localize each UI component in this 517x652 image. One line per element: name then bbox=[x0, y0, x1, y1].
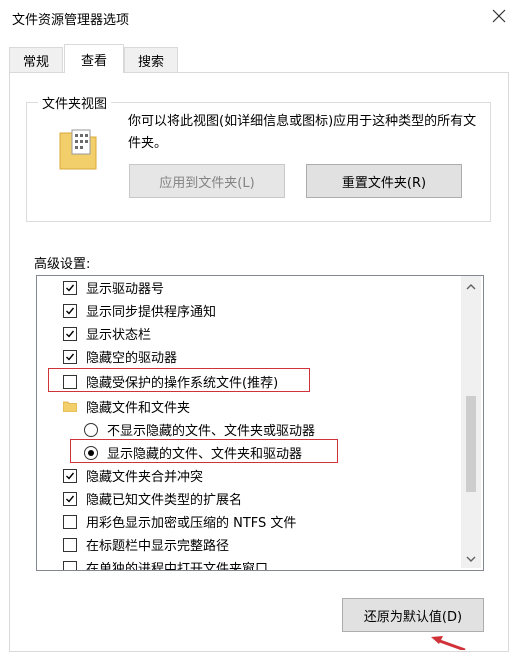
check-icon bbox=[66, 307, 75, 315]
checkbox[interactable] bbox=[63, 280, 77, 295]
folder-view-icon bbox=[59, 129, 97, 170]
setting-label: 显示状态栏 bbox=[86, 328, 152, 343]
setting-label: 隐藏已知文件类型的扩展名 bbox=[86, 493, 243, 508]
scroll-thumb[interactable] bbox=[466, 396, 476, 492]
window-title: 文件资源管理器选项 bbox=[12, 13, 130, 28]
restore-defaults-button[interactable]: 还原为默认值(D) bbox=[342, 598, 484, 632]
radio-button[interactable] bbox=[84, 422, 98, 437]
pointer-arrow-icon bbox=[431, 636, 466, 650]
tab-general[interactable]: 常规 bbox=[9, 47, 63, 72]
setting-hide-empty-drives[interactable]: 隐藏空的驱动器 bbox=[63, 345, 177, 368]
close-icon bbox=[492, 9, 506, 23]
check-icon bbox=[66, 284, 75, 292]
checkbox[interactable] bbox=[63, 349, 77, 364]
setting-label: 在标题栏中显示完整路径 bbox=[86, 539, 230, 554]
setting-label: 隐藏空的驱动器 bbox=[86, 351, 178, 366]
list-scrollbar[interactable] bbox=[461, 276, 481, 568]
advanced-settings-list[interactable]: 显示驱动器号 显示同步提供程序通知 显示状态栏 隐藏空的驱动器 隐藏受保护的操作… bbox=[36, 275, 484, 571]
setting-full-path-title[interactable]: 在标题栏中显示完整路径 bbox=[63, 533, 229, 556]
reset-folders-button[interactable]: 重置文件夹(R) bbox=[306, 164, 462, 198]
setting-label: 在单独的进程中打开文件夹窗口 bbox=[86, 562, 269, 571]
setting-label: 隐藏文件夹合并冲突 bbox=[86, 470, 204, 485]
apply-to-folders-button[interactable]: 应用到文件夹(L) bbox=[129, 164, 285, 198]
setting-label: 不显示隐藏的文件、文件夹或驱动器 bbox=[107, 424, 316, 439]
check-icon bbox=[66, 472, 75, 480]
scroll-up-button[interactable] bbox=[466, 282, 476, 292]
setting-hide-extensions[interactable]: 隐藏已知文件类型的扩展名 bbox=[63, 487, 242, 510]
folder-icon bbox=[63, 401, 77, 412]
checkbox[interactable] bbox=[63, 303, 77, 318]
setting-show-status-bar[interactable]: 显示状态栏 bbox=[63, 322, 151, 345]
setting-label: 隐藏文件和文件夹 bbox=[86, 401, 191, 416]
setting-dont-show-hidden[interactable]: 不显示隐藏的文件、文件夹或驱动器 bbox=[84, 418, 315, 441]
close-button[interactable] bbox=[485, 2, 513, 30]
check-icon bbox=[66, 330, 75, 338]
check-icon bbox=[66, 353, 75, 361]
setting-label: 用彩色显示加密或压缩的 NTFS 文件 bbox=[86, 516, 297, 531]
checkbox[interactable] bbox=[63, 326, 77, 341]
chevron-down-icon bbox=[466, 556, 476, 562]
tab-search[interactable]: 搜索 bbox=[124, 47, 178, 72]
highlight-box bbox=[70, 439, 338, 463]
check-icon bbox=[66, 495, 75, 503]
highlight-box bbox=[48, 368, 310, 392]
setting-show-sync-notifications[interactable]: 显示同步提供程序通知 bbox=[63, 299, 216, 322]
advanced-settings-label: 高级设置: bbox=[34, 257, 91, 272]
setting-group-hidden-files: 隐藏文件和文件夹 bbox=[63, 395, 190, 418]
folder-view-label: 文件夹视图 bbox=[38, 93, 112, 112]
chevron-up-icon bbox=[466, 284, 476, 290]
setting-color-ntfs[interactable]: 用彩色显示加密或压缩的 NTFS 文件 bbox=[63, 510, 296, 533]
checkbox[interactable] bbox=[63, 468, 77, 483]
folder-view-description: 你可以将此视图(如详细信息或图标)应用于这种类型的所有文件夹。 bbox=[128, 114, 477, 151]
checkbox[interactable] bbox=[63, 491, 77, 506]
setting-hide-merge-conflicts[interactable]: 隐藏文件夹合并冲突 bbox=[63, 464, 203, 487]
setting-separate-process[interactable]: 在单独的进程中打开文件夹窗口 bbox=[63, 556, 269, 571]
setting-label: 显示驱动器号 bbox=[86, 282, 165, 297]
tab-view[interactable]: 查看 bbox=[64, 44, 124, 73]
checkbox[interactable] bbox=[63, 537, 77, 552]
setting-label: 显示同步提供程序通知 bbox=[86, 305, 217, 320]
checkbox[interactable] bbox=[63, 560, 77, 570]
setting-show-drive-letters[interactable]: 显示驱动器号 bbox=[63, 276, 164, 299]
scroll-down-button[interactable] bbox=[466, 554, 476, 564]
checkbox[interactable] bbox=[63, 514, 77, 529]
